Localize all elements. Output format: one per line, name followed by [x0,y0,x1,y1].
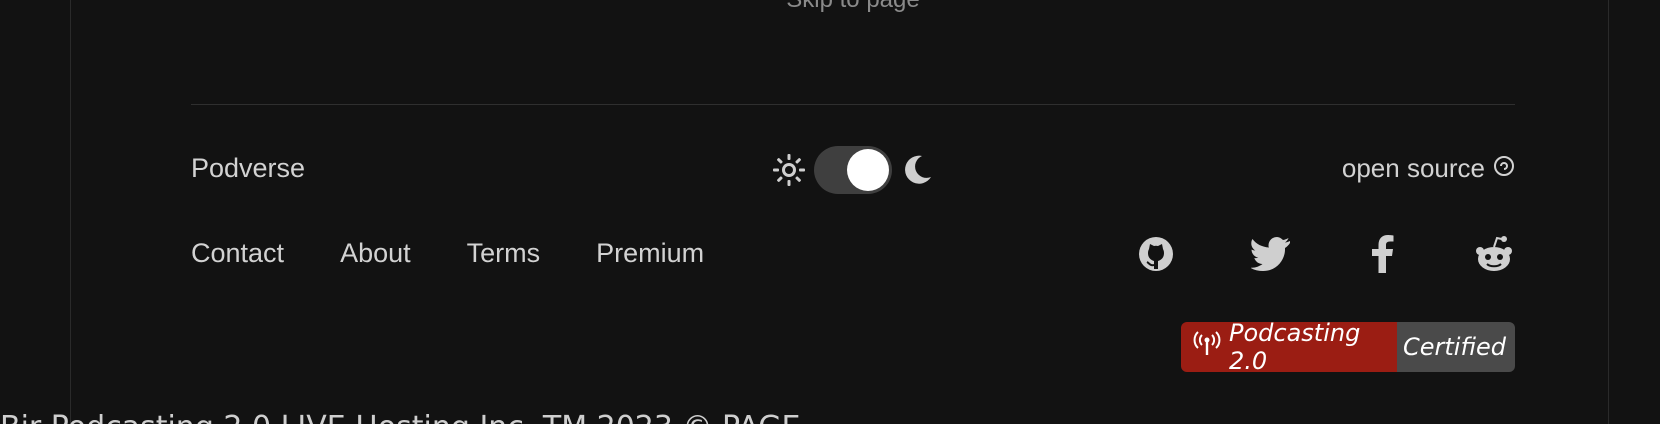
page: Skip to page Podverse [0,0,1660,424]
theme-switch-knob [847,149,889,191]
facebook-icon[interactable] [1362,234,1402,274]
twitter-icon[interactable] [1251,234,1291,274]
frame-border-right [1608,0,1609,424]
podcasting-certified-badge[interactable]: Podcasting 2.0 Certified [1181,322,1515,372]
theme-toggle[interactable] [772,146,934,194]
open-source-label: open source [1341,153,1485,183]
footer-brand-link[interactable]: Podverse [191,153,305,184]
open-source-link[interactable]: open source [1342,153,1515,184]
open-source-icon [1493,153,1515,184]
footer-link-contact[interactable]: Contact [191,238,284,269]
badge-right-section: Certified [1397,322,1515,372]
moon-icon [900,153,934,187]
footer-links: Contact About Terms Premium [191,238,704,269]
footer-link-terms[interactable]: Terms [467,238,541,269]
badge-left-section: Podcasting 2.0 [1181,322,1397,372]
broadcast-icon [1193,330,1221,364]
skip-to-page-link[interactable]: Skip to page [0,0,1660,14]
footer-link-about[interactable]: About [340,238,411,269]
frame-border-left [70,0,71,424]
sun-icon [772,153,806,187]
badge-right-text: Certified [1403,333,1506,361]
footer-link-premium[interactable]: Premium [596,238,704,269]
bottom-cut-off-text: Bir Podcasting 2.0 LIVE Hosting Inc. TM … [0,410,1660,424]
footer-divider [191,104,1515,105]
theme-switch[interactable] [814,146,892,194]
badge-left-text: Podcasting 2.0 [1229,322,1361,372]
reddit-icon[interactable] [1474,234,1514,274]
github-icon[interactable] [1136,234,1176,274]
